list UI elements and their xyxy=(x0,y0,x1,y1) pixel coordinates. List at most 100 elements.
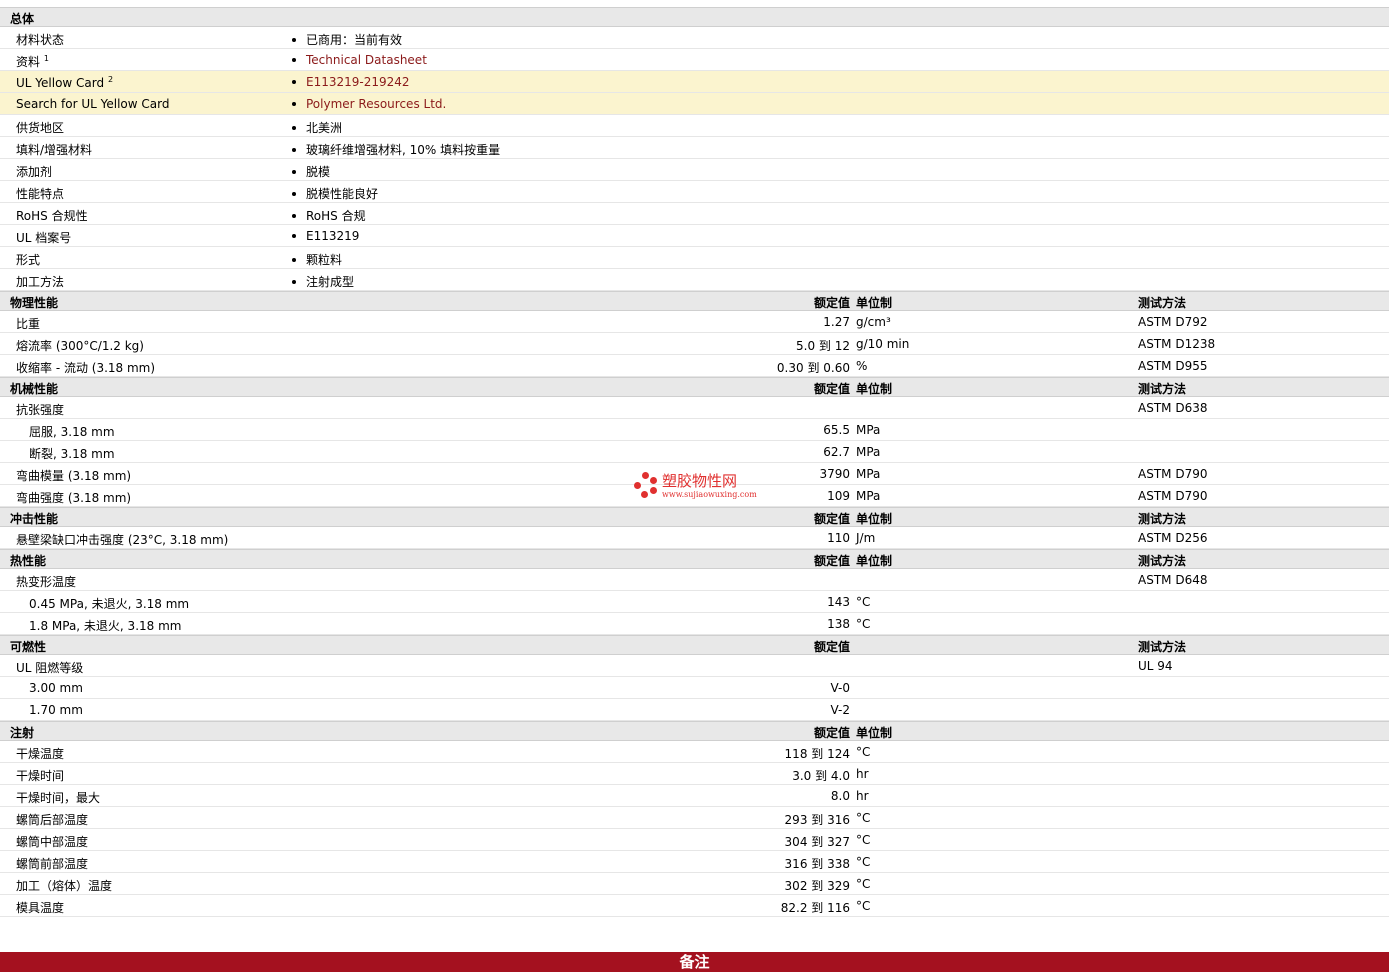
col-header-method: 测试方法 xyxy=(1138,640,1187,654)
row-label: Search for UL Yellow Card xyxy=(16,97,170,111)
general-row: 添加剂 脱模 xyxy=(0,159,1389,181)
col-header-nominal: 额定值 xyxy=(813,512,850,526)
row-value: Polymer Resources Ltd. xyxy=(290,97,446,111)
bullet-icon xyxy=(292,257,296,262)
row-value: 5.0 到 12 xyxy=(796,339,850,353)
row-value: V-0 xyxy=(830,681,850,695)
col-header-method: 测试方法 xyxy=(1138,512,1187,526)
section-header-impact: 冲击性能 额定值 单位制 测试方法 xyxy=(0,507,1389,527)
property-row: 1.70 mm V-2 xyxy=(0,699,1389,721)
col-header-unit: 单位制 xyxy=(856,382,893,396)
property-row: 悬壁梁缺口冲击强度 (23°C, 3.18 mm) 110 J/m ASTM D… xyxy=(0,527,1389,549)
row-label: 比重 xyxy=(16,317,41,331)
property-row: 螺筒后部温度 293 到 316 °C xyxy=(0,807,1389,829)
row-label: 3.00 mm xyxy=(29,681,83,695)
row-label: 螺筒前部温度 xyxy=(16,857,89,871)
row-label: 加工（熔体）温度 xyxy=(16,879,113,893)
row-unit: °C xyxy=(856,855,871,869)
row-value: 1.27 xyxy=(823,315,850,329)
section-title: 物理性能 xyxy=(10,296,59,310)
row-unit: J/m xyxy=(856,531,876,545)
logo-dot xyxy=(642,472,649,479)
row-value: 82.2 到 116 xyxy=(780,901,850,915)
logo-dot xyxy=(650,477,657,484)
bullet-icon xyxy=(292,279,296,284)
row-value: 110 xyxy=(827,531,850,545)
row-value: 脱模 xyxy=(290,163,330,180)
row-label: 供货地区 xyxy=(16,121,65,135)
row-label: 收缩率 - 流动 (3.18 mm) xyxy=(16,361,156,375)
logo-dot xyxy=(634,482,641,489)
datasheet: 总体 材料状态 已商用：当前有效 资料 1 Technical Datashee… xyxy=(0,7,1389,917)
row-value: Technical Datasheet xyxy=(290,53,427,67)
ul-yellow-card-link[interactable]: E113219-219242 xyxy=(306,75,410,89)
row-value: 注射成型 xyxy=(290,273,354,290)
row-value: 304 到 327 xyxy=(784,835,850,849)
row-value: 143 xyxy=(827,595,850,609)
col-header-nominal: 额定值 xyxy=(813,726,850,740)
section-title: 冲击性能 xyxy=(10,512,59,526)
row-value: 302 到 329 xyxy=(784,879,850,893)
row-label: 材料状态 xyxy=(16,33,65,47)
section-title: 热性能 xyxy=(10,554,47,568)
row-unit: % xyxy=(856,359,868,373)
row-unit: g/10 min xyxy=(856,337,910,351)
general-row: 填料/增强材料 玻璃纤维增强材料, 10% 填料按重量 xyxy=(0,137,1389,159)
row-unit: °C xyxy=(856,899,871,913)
row-label: 加工方法 xyxy=(16,275,65,289)
section-title: 机械性能 xyxy=(10,382,59,396)
row-label: 填料/增强材料 xyxy=(16,143,93,157)
technical-datasheet-link[interactable]: Technical Datasheet xyxy=(306,53,427,67)
row-value: 颗粒料 xyxy=(290,251,342,268)
row-label: UL 档案号 xyxy=(16,231,72,245)
bullet-icon xyxy=(292,213,296,218)
row-value: 316 到 338 xyxy=(784,857,850,871)
row-label: 性能特点 xyxy=(16,187,65,201)
row-value: V-2 xyxy=(830,703,850,717)
col-header-method: 测试方法 xyxy=(1138,296,1187,310)
bullet-icon xyxy=(292,57,296,62)
row-value: 118 到 124 xyxy=(784,747,850,761)
section-title: 总体 xyxy=(10,12,35,26)
row-unit: °C xyxy=(856,745,871,759)
property-row: 螺筒中部温度 304 到 327 °C xyxy=(0,829,1389,851)
property-row: 收缩率 - 流动 (3.18 mm) 0.30 到 0.60 % ASTM D9… xyxy=(0,355,1389,377)
col-header-nominal: 额定值 xyxy=(813,554,850,568)
bullet-icon xyxy=(292,233,296,238)
watermark-logo: 塑胶物性网 www.sujiaowuxing.com xyxy=(632,470,762,504)
row-unit: hr xyxy=(856,767,869,781)
row-label: 干燥时间，最大 xyxy=(16,791,101,805)
property-row: UL 阻燃等级 UL 94 xyxy=(0,655,1389,677)
row-value: RoHS 合规 xyxy=(290,207,366,224)
row-value: 3790 xyxy=(819,467,850,481)
row-unit: °C xyxy=(856,877,871,891)
row-label: 抗张强度 xyxy=(16,403,65,417)
general-row: 加工方法 注射成型 xyxy=(0,269,1389,291)
property-row: 熔流率 (300°C/1.2 kg) 5.0 到 12 g/10 min AST… xyxy=(0,333,1389,355)
row-method: ASTM D792 xyxy=(1138,315,1208,329)
row-label: UL Yellow Card 2 xyxy=(16,75,114,90)
row-value: 293 到 316 xyxy=(784,813,850,827)
row-label: 螺筒中部温度 xyxy=(16,835,89,849)
row-label: 1.8 MPa, 未退火, 3.18 mm xyxy=(29,619,182,633)
row-value: 109 xyxy=(827,489,850,503)
section-header-physical: 物理性能 额定值 单位制 测试方法 xyxy=(0,291,1389,311)
col-header-method: 测试方法 xyxy=(1138,554,1187,568)
row-unit: MPa xyxy=(856,489,881,503)
bullet-icon xyxy=(292,37,296,42)
row-method: ASTM D1238 xyxy=(1138,337,1216,351)
col-header-unit: 单位制 xyxy=(856,554,893,568)
property-row: 干燥时间，最大 8.0 hr xyxy=(0,785,1389,807)
section-header-injection: 注射 额定值 单位制 xyxy=(0,721,1389,741)
col-header-method: 测试方法 xyxy=(1138,382,1187,396)
col-header-unit: 单位制 xyxy=(856,726,893,740)
property-row: 比重 1.27 g/cm³ ASTM D792 xyxy=(0,311,1389,333)
property-row: 1.8 MPa, 未退火, 3.18 mm 138 °C xyxy=(0,613,1389,635)
property-row: 模具温度 82.2 到 116 °C xyxy=(0,895,1389,917)
row-unit: MPa xyxy=(856,445,881,459)
general-row: 供货地区 北美洲 xyxy=(0,115,1389,137)
property-row: 干燥时间 3.0 到 4.0 hr xyxy=(0,763,1389,785)
property-row: 螺筒前部温度 316 到 338 °C xyxy=(0,851,1389,873)
row-label: 断裂, 3.18 mm xyxy=(29,447,115,461)
supplier-link[interactable]: Polymer Resources Ltd. xyxy=(306,97,446,111)
